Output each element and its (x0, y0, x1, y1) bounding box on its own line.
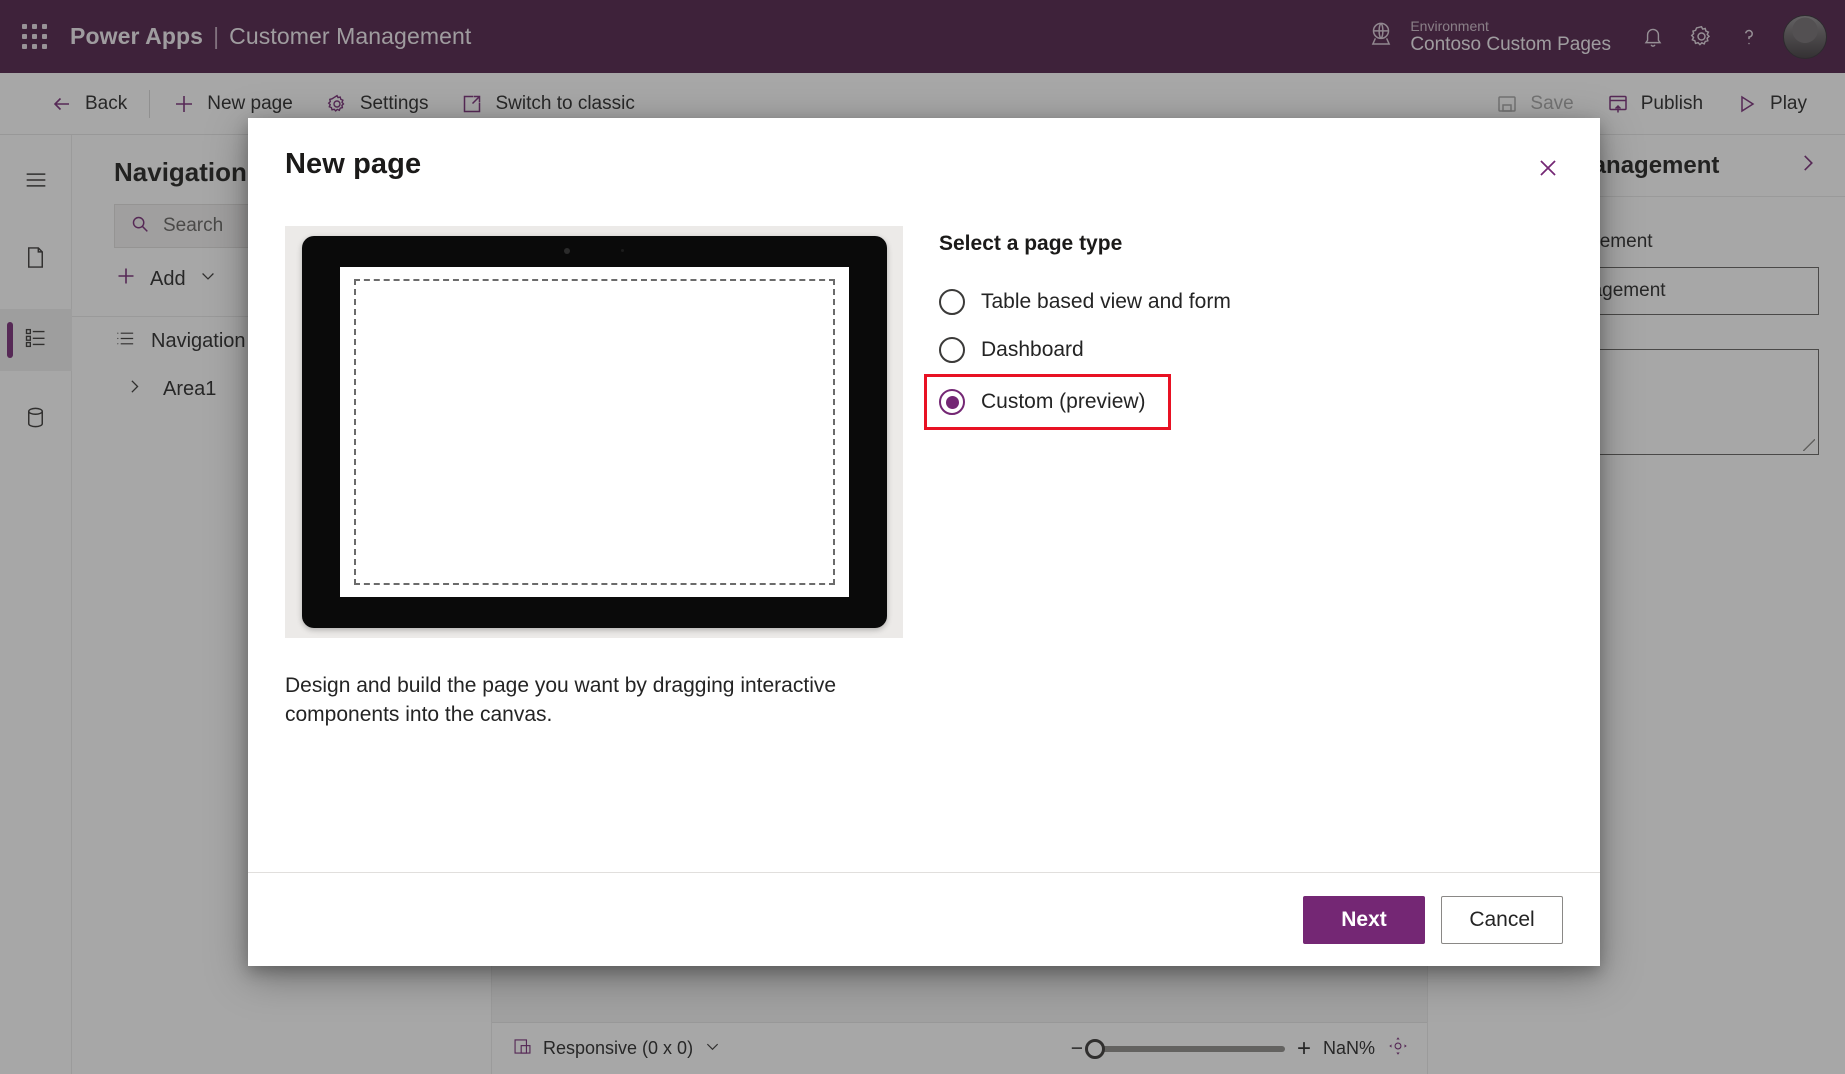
new-page-dialog: New page Design and build the page you w… (248, 118, 1600, 966)
dialog-body: Design and build the page you want by dr… (248, 188, 1600, 872)
preview-column: Design and build the page you want by dr… (285, 226, 905, 872)
device-frame-illustration (301, 236, 887, 628)
page-type-preview (285, 226, 903, 638)
radio-label: Table based view and form (981, 290, 1231, 313)
radio-label: Dashboard (981, 338, 1084, 361)
dialog-footer: Next Cancel (248, 872, 1600, 966)
close-icon[interactable] (1528, 148, 1568, 188)
radio-button-selected[interactable] (939, 389, 965, 415)
preview-description: Design and build the page you want by dr… (285, 674, 837, 726)
device-camera (564, 247, 624, 254)
cancel-button[interactable]: Cancel (1441, 895, 1563, 944)
radio-button[interactable] (939, 289, 965, 315)
radio-option-table-based-view-and-form[interactable]: Table based view and form (939, 278, 1243, 326)
radio-button[interactable] (939, 337, 965, 363)
radio-option-dashboard[interactable]: Dashboard (939, 326, 1096, 374)
options-title: Select a page type (939, 232, 1123, 255)
app-root: Power Apps | Customer Management Environme… (0, 0, 1845, 1074)
dialog-title: New page (285, 148, 422, 180)
empty-canvas-outline (353, 279, 835, 585)
page-type-options: Select a page type Table based view and … (924, 226, 1563, 872)
radio-option-custom-preview[interactable]: Custom (preview) (924, 374, 1171, 430)
next-button[interactable]: Next (1303, 895, 1425, 944)
dialog-header: New page (248, 118, 1600, 188)
device-screen (339, 267, 849, 597)
radio-label: Custom (preview) (981, 390, 1146, 413)
